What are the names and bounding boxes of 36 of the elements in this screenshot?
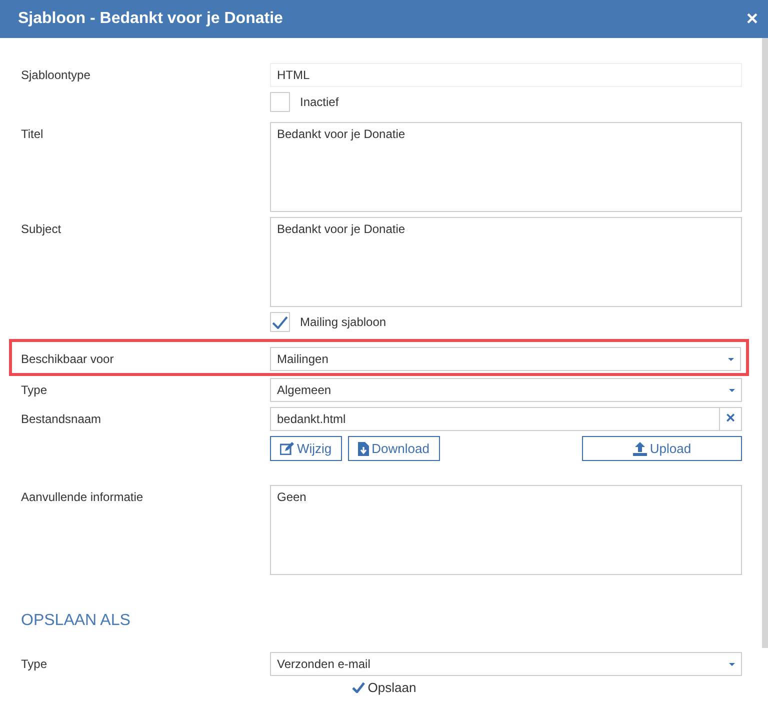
section-heading: OPSLAAN ALS xyxy=(20,611,132,631)
edit-button[interactable]: Wijzig xyxy=(270,436,342,461)
scrollbar[interactable] xyxy=(762,38,768,648)
field-label: Sjabloontype xyxy=(21,68,90,82)
save-button[interactable]: Opslaan xyxy=(350,678,418,697)
window-title: Sjabloon - Bedankt voor je Donatie xyxy=(18,10,283,28)
clear-button[interactable]: × xyxy=(720,407,742,431)
text-field[interactable]: HTML xyxy=(270,63,742,87)
edit-icon xyxy=(280,442,294,455)
dropdown[interactable]: Algemeen xyxy=(270,378,742,402)
field-label: Titel xyxy=(21,127,44,141)
field-label: Type xyxy=(21,383,48,397)
close-button[interactable]: × xyxy=(746,9,758,29)
upload-button[interactable]: Upload xyxy=(582,436,742,461)
caret-icon xyxy=(728,358,734,360)
download-icon xyxy=(358,442,369,456)
text-area[interactable]: Geen xyxy=(270,485,742,575)
field-label: Aanvullende informatie xyxy=(21,490,144,504)
checkbox-label: Inactief xyxy=(300,95,339,109)
file-name-field[interactable]: bedankt.html xyxy=(270,407,720,431)
upload-icon xyxy=(632,442,647,456)
caret-icon xyxy=(729,388,735,392)
field-label: Bestandsnaam xyxy=(21,412,102,426)
field-label: Beschikbaar voor xyxy=(21,352,114,366)
text-area[interactable]: Bedankt voor je Donatie xyxy=(270,217,742,307)
dropdown[interactable]: Mailingen xyxy=(270,347,741,371)
text-area[interactable]: Bedankt voor je Donatie xyxy=(270,122,742,212)
dropdown[interactable]: Verzonden e-mail xyxy=(270,652,742,676)
download-button[interactable]: Download xyxy=(348,436,440,461)
field-label: Subject xyxy=(21,222,62,236)
field-label: Type xyxy=(21,657,48,671)
checkbox[interactable] xyxy=(270,92,290,112)
check-icon xyxy=(352,682,365,693)
checkbox[interactable] xyxy=(270,312,290,332)
checkbox-label: Mailing sjabloon xyxy=(300,315,386,329)
caret-icon xyxy=(729,662,735,666)
